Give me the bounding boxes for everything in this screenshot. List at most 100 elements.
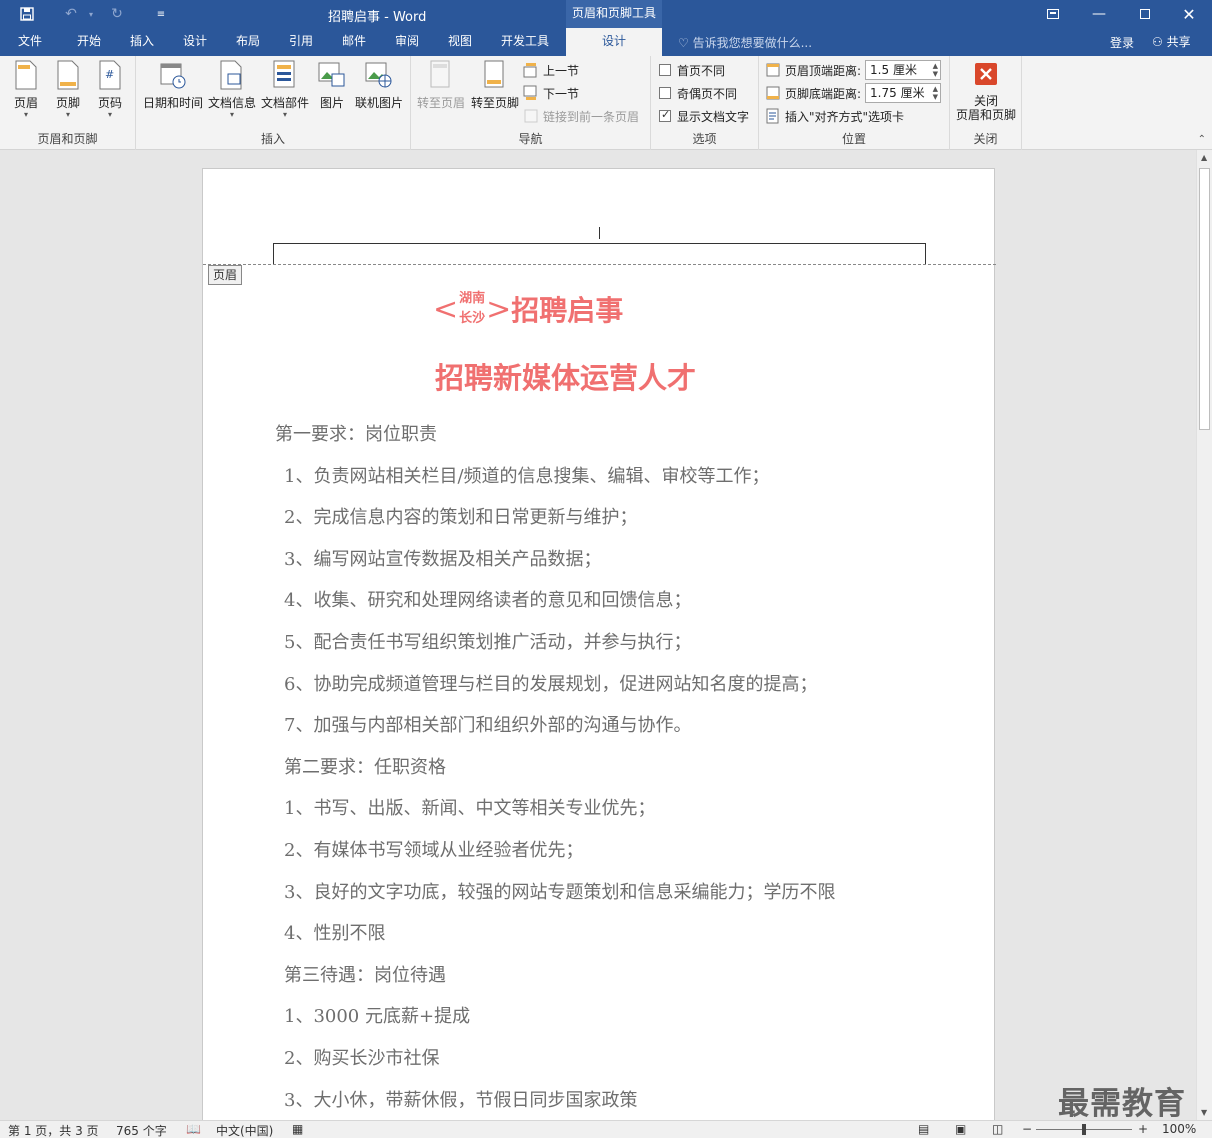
tab-insert[interactable]: 插入 <box>117 28 167 56</box>
odd-even-diff-label: 奇偶页不同 <box>677 86 738 101</box>
print-layout-icon[interactable]: ▣ <box>955 1122 966 1136</box>
picture-button[interactable]: 图片 <box>314 60 350 111</box>
link-previous-button[interactable]: 链接到前一条页眉 <box>523 106 639 126</box>
scroll-thumb[interactable] <box>1199 168 1210 430</box>
body-line[interactable]: 6、协助完成频道管理与栏目的发展规划，促进网站知名度的提高； <box>284 670 817 696</box>
calendar-icon <box>159 60 187 90</box>
insert-align-tab-button[interactable]: 插入"对齐方式"选项卡 <box>765 106 904 126</box>
body-line[interactable]: 1、负责网站相关栏目/频道的信息搜集、编辑、审校等工作； <box>284 462 770 488</box>
proofing-icon[interactable]: 📖 <box>186 1122 201 1136</box>
title-right-bracket: > <box>486 291 512 327</box>
tab-file[interactable]: 文件 <box>6 28 54 56</box>
footer-bottom-input[interactable]: 1.75 厘米 ▲ ▼ <box>865 83 942 103</box>
spin-down-icon[interactable]: ▼ <box>933 71 938 78</box>
tab-references[interactable]: 引用 <box>276 28 326 56</box>
minimize-icon[interactable]: — <box>1076 0 1122 28</box>
body-line[interactable]: 5、配合责任书写组织策划推广活动，并参与执行； <box>284 628 691 654</box>
macro-record-icon[interactable]: ▦ <box>292 1122 303 1136</box>
read-mode-icon[interactable]: ▤ <box>918 1122 929 1136</box>
customize-qat-icon[interactable]: ≡ <box>150 4 172 24</box>
header-top-input[interactable]: 1.5 厘米 ▲ ▼ <box>865 60 942 80</box>
header-label: 页眉 <box>13 96 38 110</box>
word-count[interactable]: 765 个字 <box>116 1122 167 1138</box>
goto-header-icon <box>427 60 455 90</box>
first-page-diff-checkbox[interactable]: 首页不同 <box>659 60 725 80</box>
sign-in-link[interactable]: 登录 <box>1110 34 1134 51</box>
document-subtitle[interactable]: 招聘新媒体运营人才 <box>435 355 696 397</box>
tab-design[interactable]: 设计 <box>170 28 220 56</box>
first-page-diff-label: 首页不同 <box>677 63 726 78</box>
redo-icon[interactable]: ↻ <box>106 4 128 24</box>
body-line[interactable]: 1、书写、出版、新闻、中文等相关专业优先； <box>284 794 655 820</box>
body-line[interactable]: 2、完成信息内容的策划和日常更新与维护； <box>284 503 637 529</box>
zoom-in-icon[interactable]: + <box>1138 1122 1148 1136</box>
doc-info-label: 文档信息 <box>207 96 256 110</box>
body-line[interactable]: 7、加强与内部相关部门和组织外部的沟通与协作。 <box>284 711 691 737</box>
chevron-down-icon: ▾ <box>65 110 70 119</box>
save-icon[interactable] <box>16 4 38 24</box>
tell-me-box[interactable]: ♡ 告诉我您想要做什么... <box>678 34 812 51</box>
next-section-button[interactable]: 下一节 <box>523 83 579 103</box>
footer-distance-icon <box>766 86 780 100</box>
body-heading[interactable]: 第一要求：岗位职责 <box>275 420 437 446</box>
body-heading[interactable]: 第二要求：任职资格 <box>284 753 446 779</box>
undo-dropdown-icon[interactable]: ▾ <box>80 4 102 24</box>
body-line[interactable]: 4、收集、研究和处理网络读者的意见和回馈信息； <box>284 586 691 612</box>
quick-parts-button[interactable]: 文档部件 ▾ <box>258 60 312 119</box>
body-line[interactable]: 3、编写网站宣传数据及相关产品数据； <box>284 545 601 571</box>
header-tag: 页眉 <box>208 265 243 285</box>
ribbon-display-icon[interactable] <box>1030 0 1076 28</box>
spin-up-icon[interactable]: ▲ <box>933 86 938 93</box>
tab-layout[interactable]: 布局 <box>223 28 273 56</box>
chevron-down-icon: ▾ <box>107 110 112 119</box>
tab-developer[interactable]: 开发工具 <box>492 28 558 56</box>
footer-button[interactable]: 页脚 ▾ <box>50 60 86 119</box>
group-navigation: 转至页眉 转至页脚 上一节 下一节 链接到前一条页眉 导航 <box>411 56 651 150</box>
doc-info-button[interactable]: 文档信息 ▾ <box>206 60 258 119</box>
goto-header-button[interactable]: 转至页眉 <box>415 60 467 111</box>
zoom-level[interactable]: 100% <box>1162 1122 1196 1136</box>
body-line[interactable]: 3、大小休，带薪休假，节假日同步国家政策 <box>284 1086 637 1112</box>
page-number-button[interactable]: # 页码 ▾ <box>92 60 128 119</box>
share-button[interactable]: ⚇ 共享 <box>1148 31 1204 53</box>
maximize-icon[interactable] <box>1122 0 1168 28</box>
online-picture-button[interactable]: 联机图片 <box>352 60 406 111</box>
checkbox-box <box>659 87 671 99</box>
zoom-slider-thumb[interactable] <box>1082 1124 1086 1135</box>
vertical-scrollbar[interactable]: ▲ ▼ <box>1196 150 1212 1120</box>
spin-down-icon[interactable]: ▼ <box>933 94 938 101</box>
language-indicator[interactable]: 中文(中国) <box>216 1122 273 1138</box>
goto-footer-button[interactable]: 转至页脚 <box>469 60 521 111</box>
body-heading[interactable]: 第三待遇：岗位待遇 <box>284 961 446 987</box>
zoom-out-icon[interactable]: − <box>1022 1122 1032 1136</box>
body-line[interactable]: 3、良好的文字功底，较强的网站专题策划和信息采编能力；学历不限 <box>284 878 835 904</box>
undo-icon[interactable]: ↶ <box>60 4 82 24</box>
scroll-down-icon[interactable]: ▼ <box>1201 1108 1207 1117</box>
collapse-ribbon-icon[interactable]: ⌃ <box>1198 134 1206 145</box>
tab-home[interactable]: 开始 <box>64 28 114 56</box>
header-border-line <box>273 243 926 265</box>
window-title: 招聘启事 - Word <box>328 10 427 25</box>
date-time-button[interactable]: 日期和时间 <box>142 60 204 111</box>
header-button[interactable]: 页眉 ▾ <box>8 60 44 119</box>
chevron-down-icon: ▾ <box>229 110 234 119</box>
page-count[interactable]: 第 1 页，共 3 页 <box>8 1122 99 1138</box>
body-line[interactable]: 4、性别不限 <box>284 919 385 945</box>
web-layout-icon[interactable]: ◫ <box>992 1122 1003 1136</box>
document-page[interactable]: 页眉 < 湖南 长沙 > 招聘启事 招聘新媒体运营人才 第一要求：岗位职责 1、… <box>202 168 996 1120</box>
tab-view[interactable]: 视图 <box>435 28 485 56</box>
tab-header-footer-design[interactable]: 设计 <box>566 28 662 56</box>
close-window-icon[interactable]: ✕ <box>1166 0 1212 28</box>
prev-section-button[interactable]: 上一节 <box>523 60 579 80</box>
scroll-up-icon[interactable]: ▲ <box>1201 153 1207 162</box>
tab-review[interactable]: 审阅 <box>382 28 432 56</box>
show-doc-text-checkbox[interactable]: 显示文档文字 <box>659 106 749 126</box>
document-title[interactable]: < 湖南 长沙 > 招聘启事 <box>433 284 623 334</box>
odd-even-diff-checkbox[interactable]: 奇偶页不同 <box>659 83 737 103</box>
tab-mailings[interactable]: 邮件 <box>329 28 379 56</box>
body-line[interactable]: 2、有媒体书写领域从业经验者优先； <box>284 836 583 862</box>
body-line[interactable]: 2、购买长沙市社保 <box>284 1044 439 1070</box>
close-header-footer-button[interactable]: 关闭 页眉和页脚 <box>952 60 1020 122</box>
body-line[interactable]: 1、3000 元底薪+提成 <box>284 1002 470 1028</box>
spin-up-icon[interactable]: ▲ <box>933 63 938 70</box>
